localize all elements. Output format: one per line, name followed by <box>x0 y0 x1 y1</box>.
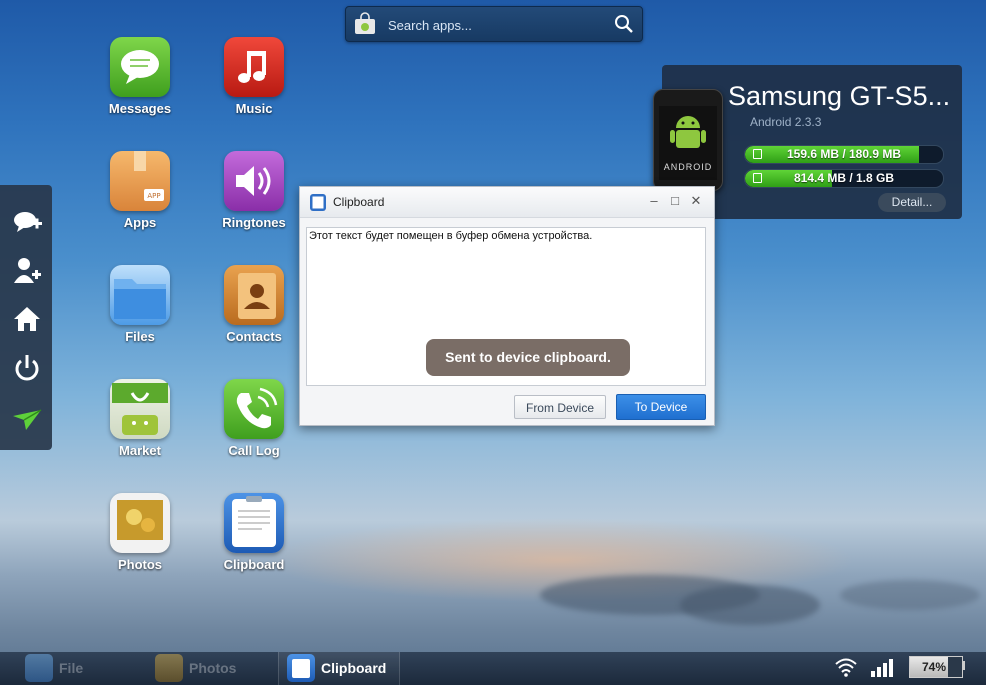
app-messages[interactable]: Messages <box>85 37 195 137</box>
battery-text: 74% <box>921 660 947 674</box>
app-call-log[interactable]: Call Log <box>199 379 309 479</box>
send-icon[interactable] <box>12 404 42 434</box>
dialog-title: Clipboard <box>333 195 385 209</box>
search-bar[interactable] <box>345 6 643 42</box>
taskbar-item-file[interactable]: File <box>25 652 135 685</box>
horizon-silhouette <box>680 585 820 625</box>
add-contact-icon[interactable] <box>12 255 42 285</box>
clipboard-icon <box>224 493 284 553</box>
app-store-icon <box>355 12 375 34</box>
app-apps[interactable]: APP Apps <box>85 151 195 251</box>
horizon-silhouette <box>840 580 980 610</box>
clipboard-text: Этот текст будет помещен в буфер обмена … <box>309 230 593 242</box>
app-label: Apps <box>123 215 157 230</box>
app-clipboard[interactable]: Clipboard <box>199 493 309 593</box>
sdcard-text: 814.4 MB / 1.8 GB <box>793 171 895 185</box>
android-wordmark: ANDROID <box>663 162 713 172</box>
close-icon[interactable]: ✕ <box>689 194 703 208</box>
home-icon[interactable] <box>12 304 42 334</box>
taskbar-label: File <box>59 660 84 676</box>
clipboard-icon <box>310 194 326 211</box>
memory-text: 159.6 MB / 180.9 MB <box>786 147 902 161</box>
app-ringtones[interactable]: Ringtones <box>199 151 309 251</box>
app-files[interactable]: Files <box>85 265 195 365</box>
left-sidebar <box>0 185 52 450</box>
app-music[interactable]: Music <box>199 37 309 137</box>
maximize-icon[interactable]: □ <box>668 194 682 208</box>
contact-book-icon <box>224 265 284 325</box>
apps-badge: APP <box>147 192 160 200</box>
app-label: Ringtones <box>222 215 286 230</box>
app-contacts[interactable]: Contacts <box>199 265 309 365</box>
signal-strength-icon <box>871 659 893 677</box>
clipboard-textarea[interactable]: Этот текст будет помещен в буфер обмена … <box>306 227 706 386</box>
app-label: Contacts <box>226 329 282 344</box>
battery-indicator: 74% <box>909 656 963 678</box>
memory-storage-bar: 159.6 MB / 180.9 MB <box>744 145 944 164</box>
app-photos[interactable]: Photos <box>85 493 195 593</box>
photo-frame-icon <box>155 654 183 682</box>
taskbar-label: Photos <box>189 660 237 676</box>
photo-frame-icon <box>110 493 170 553</box>
market-bag-icon <box>110 379 170 439</box>
speaker-icon <box>224 151 284 211</box>
music-note-icon <box>224 37 284 97</box>
phone-image: ANDROID <box>653 89 723 191</box>
phone-icon <box>224 379 284 439</box>
sdcard-storage-bar: 814.4 MB / 1.8 GB <box>744 169 944 188</box>
search-input[interactable] <box>386 12 610 38</box>
search-icon[interactable] <box>614 14 634 34</box>
clipboard-icon <box>287 654 315 682</box>
app-label: Files <box>125 329 155 344</box>
app-label: Clipboard <box>223 557 285 572</box>
taskbar: File Photos Clipboard <box>0 652 986 685</box>
app-label: Messages <box>108 101 172 116</box>
clipboard-dialog: Clipboard – □ ✕ Этот текст будет помещен… <box>299 186 715 426</box>
device-name: Samsung GT-S5... <box>728 81 951 111</box>
sent-toast: Sent to device clipboard. <box>426 339 630 376</box>
app-label: Market <box>119 443 161 458</box>
messages-icon <box>110 37 170 97</box>
minimize-icon[interactable]: – <box>647 194 661 208</box>
app-label: Photos <box>117 557 163 572</box>
folder-icon <box>110 265 170 325</box>
folder-icon <box>25 654 53 682</box>
taskbar-label: Clipboard <box>321 660 387 676</box>
android-version: Android 2.3.3 <box>750 115 822 129</box>
app-market[interactable]: Market <box>85 379 195 479</box>
app-label: Call Log <box>228 443 280 458</box>
phone-screen: ANDROID <box>659 106 717 180</box>
package-box-icon: APP <box>110 151 170 211</box>
power-icon[interactable] <box>12 353 42 383</box>
app-label: Music <box>235 101 273 116</box>
add-comment-icon[interactable] <box>12 207 42 237</box>
detail-button[interactable]: Detail... <box>878 193 946 212</box>
battery-tip <box>962 661 965 670</box>
wifi-icon <box>835 658 857 677</box>
android-robot-icon <box>670 116 706 148</box>
to-device-button[interactable]: To Device <box>616 394 706 420</box>
taskbar-item-clipboard[interactable]: Clipboard <box>278 652 400 685</box>
dialog-titlebar[interactable]: Clipboard – □ ✕ <box>300 187 714 218</box>
taskbar-item-photos[interactable]: Photos <box>155 652 265 685</box>
from-device-button[interactable]: From Device <box>514 395 606 419</box>
